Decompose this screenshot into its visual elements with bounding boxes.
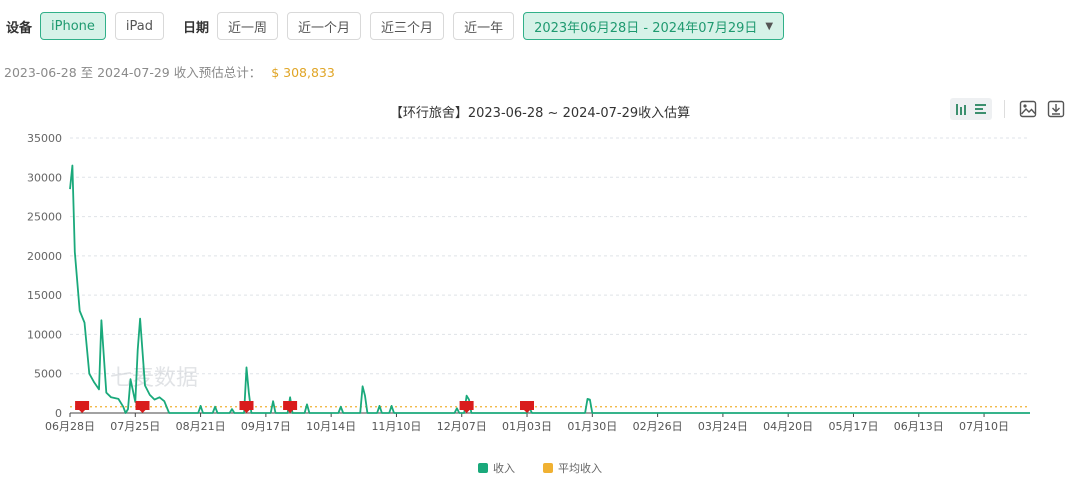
date-range-picker[interactable]: 2023年06月28日 - 2024年07月29日 ▼ bbox=[523, 12, 785, 40]
y-tick-label: 30000 bbox=[27, 171, 62, 184]
filter-toolbar: 设备 iPhone iPad 日期 近一周 近一个月 近三个月 近一年 2023… bbox=[0, 10, 785, 42]
y-tick-label: 25000 bbox=[27, 211, 62, 224]
watermark: 七麦数据 bbox=[110, 366, 198, 391]
device-ipad-button[interactable]: iPad bbox=[114, 12, 164, 40]
range-year-button[interactable]: 近一年 bbox=[453, 12, 515, 40]
event-marker bbox=[75, 401, 90, 413]
x-tick-label: 01月03日 bbox=[502, 420, 552, 433]
x-tick-label: 06月13日 bbox=[894, 420, 944, 433]
event-marker bbox=[283, 401, 298, 413]
x-tick-label: 12月07日 bbox=[437, 420, 487, 433]
legend-swatch-revenue bbox=[478, 463, 488, 473]
revenue-line bbox=[69, 164, 1030, 414]
download-icon[interactable] bbox=[1045, 98, 1067, 120]
device-iphone-button[interactable]: iPhone bbox=[40, 12, 106, 40]
date-label: 日期 bbox=[183, 20, 210, 36]
x-tick-label: 04月20日 bbox=[763, 420, 813, 433]
x-tick-label: 03月24日 bbox=[698, 420, 748, 433]
chart-toolbox bbox=[950, 98, 1067, 120]
revenue-summary: 2023-06-28 至 2024-07-29 收入预估总计： $ 308,833 bbox=[4, 62, 335, 81]
image-icon[interactable] bbox=[1017, 98, 1039, 120]
chart-grid bbox=[70, 137, 1030, 375]
list-icon bbox=[975, 104, 986, 114]
chart-title: 【环行旅舍】2023-06-28 ~ 2024-07-29收入估算 bbox=[389, 106, 691, 121]
x-tick-label: 07月10日 bbox=[959, 420, 1009, 433]
range-month-button[interactable]: 近一个月 bbox=[287, 12, 362, 40]
x-tick-label: 07月25日 bbox=[110, 420, 160, 433]
device-label: 设备 bbox=[6, 20, 33, 36]
marker-flag bbox=[75, 401, 90, 413]
x-tick-label: 02月26日 bbox=[633, 420, 683, 433]
marker-flag bbox=[283, 401, 298, 413]
x-axis: 06月28日 07月25日 08月21日 09月17日 10月14日 11月10日 12月0… bbox=[45, 412, 1030, 433]
range-3months-button[interactable]: 近三个月 bbox=[370, 12, 445, 40]
chart-series bbox=[69, 164, 1030, 414]
caret-down-icon: ▼ bbox=[765, 20, 774, 32]
y-tick-label: 35000 bbox=[27, 132, 62, 145]
x-tick-label: 11月10日 bbox=[371, 420, 421, 433]
chart-legend: 收入 平均收入 bbox=[0, 460, 1080, 476]
y-tick-label: 15000 bbox=[27, 289, 62, 302]
x-tick-label: 06月28日 bbox=[45, 420, 95, 433]
legend-swatch-average bbox=[543, 463, 553, 473]
date-range-value: 2023年06月28日 - 2024年07月29日 bbox=[534, 20, 758, 36]
revenue-line-chart: 0 5000 10000 15000 20000 25000 30000 35000 06月2… bbox=[27, 132, 1030, 433]
chart-type-toggle[interactable] bbox=[950, 98, 992, 120]
bar-chart-icon bbox=[956, 104, 966, 115]
y-tick-label: 0 bbox=[55, 407, 62, 420]
legend-item-revenue[interactable]: 收入 bbox=[478, 460, 515, 476]
x-tick-label: 09月17日 bbox=[241, 420, 291, 433]
range-week-button[interactable]: 近一周 bbox=[217, 12, 279, 40]
summary-total: $ 308,833 bbox=[271, 65, 335, 80]
x-tick-label: 05月17日 bbox=[828, 420, 878, 433]
legend-item-average[interactable]: 平均收入 bbox=[543, 460, 602, 476]
y-tick-label: 10000 bbox=[27, 328, 62, 341]
y-tick-label: 5000 bbox=[34, 368, 62, 381]
legend-label-revenue: 收入 bbox=[493, 462, 515, 475]
toolbox-divider bbox=[1004, 100, 1005, 118]
x-tick-label: 01月30日 bbox=[567, 420, 617, 433]
x-tick-label: 10月14日 bbox=[306, 420, 356, 433]
marker-flag bbox=[135, 401, 150, 413]
x-tick-label: 08月21日 bbox=[176, 420, 226, 433]
legend-label-average: 平均收入 bbox=[558, 462, 602, 475]
summary-text: 2023-06-28 至 2024-07-29 收入预估总计： bbox=[4, 65, 262, 80]
y-tick-label: 20000 bbox=[27, 250, 62, 263]
y-axis: 0 5000 10000 15000 20000 25000 30000 35000 bbox=[27, 132, 62, 420]
event-marker bbox=[135, 401, 150, 413]
